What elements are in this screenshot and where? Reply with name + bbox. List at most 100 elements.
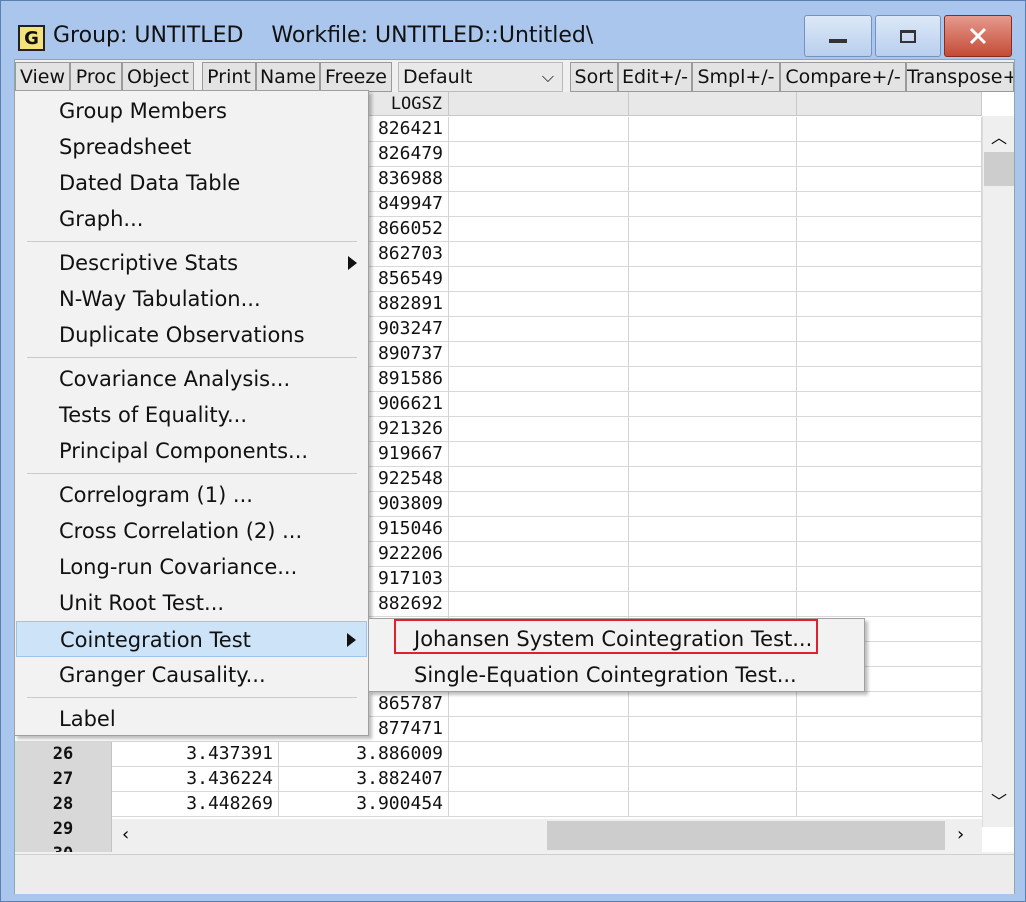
- menu-item-covariance-analysis[interactable]: Covariance Analysis...: [16, 361, 367, 397]
- close-button[interactable]: [944, 15, 1012, 57]
- table-cell[interactable]: [629, 442, 797, 467]
- menu-item-cointegration-test[interactable]: Cointegration Test: [16, 621, 367, 657]
- table-cell[interactable]: [449, 392, 629, 417]
- table-cell[interactable]: [797, 392, 982, 417]
- table-cell[interactable]: [449, 217, 629, 242]
- table-cell[interactable]: [449, 792, 629, 817]
- table-row[interactable]: 29: [15, 817, 112, 842]
- table-cell[interactable]: [449, 442, 629, 467]
- menu-item-duplicate-observations[interactable]: Duplicate Observations: [16, 317, 367, 353]
- table-cell[interactable]: 3.448269: [112, 792, 279, 817]
- table-cell[interactable]: [797, 417, 982, 442]
- table-cell[interactable]: [629, 367, 797, 392]
- table-cell[interactable]: [629, 692, 797, 717]
- table-cell[interactable]: [629, 467, 797, 492]
- table-cell[interactable]: [449, 492, 629, 517]
- menu-item-single-equation[interactable]: Single-Equation Cointegration Test...: [370, 657, 863, 693]
- table-cell[interactable]: 3.886009: [279, 742, 449, 767]
- table-cell[interactable]: [449, 767, 629, 792]
- title-bar[interactable]: G Group: UNTITLED Workfile: UNTITLED::Un…: [1, 1, 1025, 59]
- name-button[interactable]: Name: [256, 62, 320, 92]
- menu-item-correlogram-1[interactable]: Correlogram (1) ...: [16, 477, 367, 513]
- table-cell[interactable]: [797, 192, 982, 217]
- table-cell[interactable]: [797, 292, 982, 317]
- compare-button[interactable]: Compare+/-: [780, 62, 906, 92]
- scroll-thumb[interactable]: [984, 152, 1014, 186]
- table-cell[interactable]: [449, 342, 629, 367]
- table-row[interactable]: 26 3.437391 3.886009: [15, 742, 982, 767]
- table-cell[interactable]: [449, 542, 629, 567]
- table-cell[interactable]: [449, 317, 629, 342]
- table-cell[interactable]: [629, 517, 797, 542]
- table-row[interactable]: 30: [15, 842, 112, 852]
- table-cell[interactable]: [797, 467, 982, 492]
- table-cell[interactable]: [449, 592, 629, 617]
- table-cell[interactable]: [449, 717, 629, 742]
- table-cell[interactable]: [797, 492, 982, 517]
- minimize-button[interactable]: [804, 15, 872, 57]
- table-cell[interactable]: [629, 392, 797, 417]
- table-cell[interactable]: [797, 167, 982, 192]
- table-cell[interactable]: [629, 292, 797, 317]
- table-cell[interactable]: [449, 367, 629, 392]
- table-cell[interactable]: [449, 692, 629, 717]
- column-header[interactable]: [449, 92, 629, 116]
- menu-item-principal-components[interactable]: Principal Components...: [16, 433, 367, 469]
- table-cell[interactable]: [797, 517, 982, 542]
- table-cell[interactable]: [629, 342, 797, 367]
- table-cell[interactable]: [797, 342, 982, 367]
- menu-item-label[interactable]: Label: [16, 701, 367, 737]
- scroll-thumb-horizontal[interactable]: [547, 821, 945, 850]
- table-cell[interactable]: [629, 592, 797, 617]
- menu-item-dated-data-table[interactable]: Dated Data Table: [16, 165, 367, 201]
- menu-item-graph[interactable]: Graph...: [16, 201, 367, 237]
- table-cell[interactable]: [449, 267, 629, 292]
- table-cell[interactable]: [449, 417, 629, 442]
- print-button[interactable]: Print: [202, 62, 256, 92]
- table-row[interactable]: 28 3.448269 3.900454: [15, 792, 982, 817]
- table-cell[interactable]: [797, 217, 982, 242]
- object-button[interactable]: Object: [122, 62, 194, 92]
- table-cell[interactable]: [797, 567, 982, 592]
- freeze-button[interactable]: Freeze: [320, 62, 392, 92]
- table-cell[interactable]: [449, 467, 629, 492]
- table-cell[interactable]: [449, 192, 629, 217]
- column-header[interactable]: [797, 92, 982, 116]
- proc-button[interactable]: Proc: [70, 62, 122, 92]
- table-row[interactable]: 27 3.436224 3.882407: [15, 767, 982, 792]
- scroll-up-icon[interactable]: ︿: [983, 124, 1014, 148]
- maximize-button[interactable]: [875, 15, 941, 57]
- table-cell[interactable]: [629, 242, 797, 267]
- table-cell[interactable]: [629, 567, 797, 592]
- smpl-button[interactable]: Smpl+/-: [692, 62, 780, 92]
- table-cell[interactable]: [797, 367, 982, 392]
- scroll-left-icon[interactable]: ‹: [122, 824, 129, 845]
- vertical-scrollbar[interactable]: ︿ ﹀: [982, 116, 1014, 827]
- table-cell[interactable]: [449, 167, 629, 192]
- table-cell[interactable]: [797, 117, 982, 142]
- table-cell[interactable]: [797, 442, 982, 467]
- table-cell[interactable]: [629, 542, 797, 567]
- view-button[interactable]: View: [15, 62, 70, 92]
- menu-item-tests-of-equality[interactable]: Tests of Equality...: [16, 397, 367, 433]
- table-cell[interactable]: [797, 717, 982, 742]
- scroll-right-icon[interactable]: ›: [957, 824, 964, 845]
- table-cell[interactable]: [629, 717, 797, 742]
- table-cell[interactable]: [629, 167, 797, 192]
- menu-item-long-run-covariance[interactable]: Long-run Covariance...: [16, 549, 367, 585]
- table-cell[interactable]: [629, 492, 797, 517]
- table-cell[interactable]: [797, 267, 982, 292]
- menu-item-n-way-tabulation[interactable]: N-Way Tabulation...: [16, 281, 367, 317]
- table-cell[interactable]: [449, 117, 629, 142]
- table-cell[interactable]: [629, 267, 797, 292]
- menu-item-descriptive-stats[interactable]: Descriptive Stats: [16, 245, 367, 281]
- table-cell[interactable]: [629, 742, 797, 767]
- table-cell[interactable]: [449, 242, 629, 267]
- table-cell[interactable]: [449, 517, 629, 542]
- table-cell[interactable]: [629, 192, 797, 217]
- view-combo[interactable]: Default ⌵: [398, 62, 563, 92]
- table-cell[interactable]: [629, 767, 797, 792]
- table-cell[interactable]: [629, 142, 797, 167]
- transpose-button[interactable]: Transpose+: [906, 62, 1014, 92]
- table-cell[interactable]: [629, 117, 797, 142]
